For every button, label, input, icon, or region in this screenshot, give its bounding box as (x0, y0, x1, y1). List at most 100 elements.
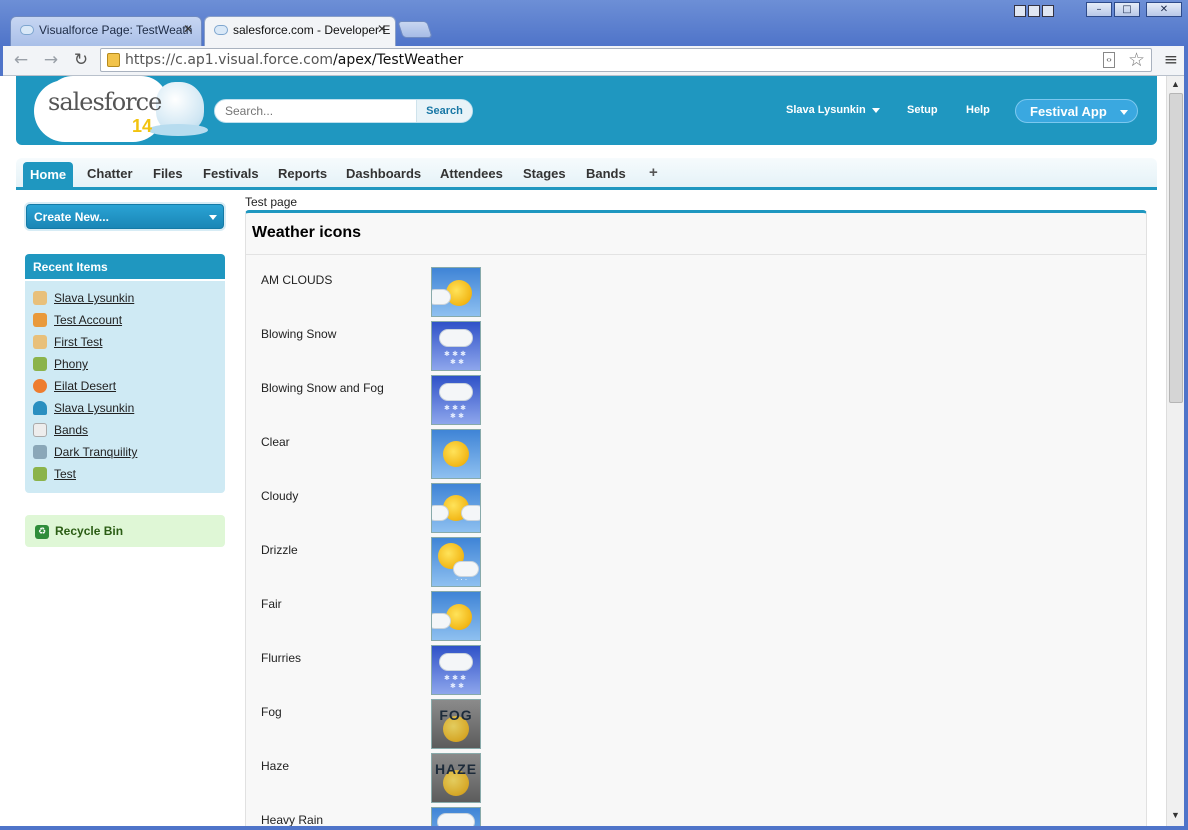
layout-icon[interactable] (1042, 5, 1054, 17)
weather-name: Blowing Snow (261, 327, 337, 341)
recent-item-link[interactable]: Dark Tranquility (54, 445, 137, 459)
vertical-scrollbar[interactable]: ▲ ▼ (1166, 76, 1184, 826)
weather-row: Drizzle · · · (261, 537, 1141, 591)
help-link[interactable]: Help (966, 104, 990, 116)
am-clouds-icon (431, 267, 481, 317)
recent-item[interactable]: Eilat Desert (25, 375, 225, 397)
clear-icon (431, 429, 481, 479)
lock-warning-icon[interactable] (107, 53, 120, 67)
recent-item-link[interactable]: Eilat Desert (54, 379, 116, 393)
weather-name: Clear (261, 435, 290, 449)
contact-card-icon (33, 335, 47, 349)
browser-tab-title: salesforce.com - Developer E (233, 23, 391, 37)
heart-icon (33, 379, 47, 393)
url-host: https://c.ap1.visual.force.com (125, 52, 334, 68)
haze-icon: HAZE (431, 753, 481, 803)
account-icon (33, 313, 47, 327)
recent-item[interactable]: Slava Lysunkin (25, 287, 225, 309)
search-box: Search (214, 99, 473, 123)
recent-item-link[interactable]: Test (54, 467, 76, 481)
recent-item-link[interactable]: Phony (54, 357, 88, 371)
people-icon (33, 467, 47, 481)
tab-files[interactable]: Files (153, 166, 183, 181)
recent-item-link[interactable]: First Test (54, 335, 102, 349)
chevron-down-icon (209, 215, 217, 220)
recent-item[interactable]: First Test (25, 331, 225, 353)
weather-row: Cloudy (261, 483, 1141, 537)
new-tab-button[interactable] (397, 21, 433, 38)
tab-stages[interactable]: Stages (523, 166, 566, 181)
main-nav-tabs: Home Chatter Files Festivals Reports Das… (16, 158, 1157, 190)
search-input[interactable] (225, 104, 405, 118)
page-title: Weather icons (252, 224, 362, 241)
browser-toolbar: ← → ↻ https://c.ap1.visual.force.com/ape… (0, 46, 1188, 76)
close-tab-icon[interactable]: ✕ (183, 22, 193, 36)
layout-icon[interactable] (1028, 5, 1040, 17)
scrollbar-thumb[interactable] (1169, 93, 1183, 403)
browser-tab-visualforce[interactable]: Visualforce Page: TestWeath ✕ (10, 16, 202, 46)
create-new-button[interactable]: Create New... (26, 204, 224, 229)
close-window-icon[interactable]: ✕ (1146, 2, 1182, 17)
scroll-up-icon[interactable]: ▲ (1169, 79, 1182, 92)
user-menu[interactable]: Slava Lysunkin (786, 104, 880, 116)
page-viewport: salesforce 14 Search Slava Lysunkin Setu… (0, 76, 1166, 826)
recent-item-link[interactable]: Slava Lysunkin (54, 291, 134, 305)
layout-icon[interactable] (1014, 5, 1026, 17)
salesforce-header: salesforce 14 Search Slava Lysunkin Setu… (16, 76, 1157, 145)
tab-home[interactable]: Home (23, 162, 74, 188)
recent-item[interactable]: Slava Lysunkin (25, 397, 225, 419)
weather-name: Flurries (261, 651, 302, 665)
recent-item-link[interactable]: Test Account (54, 313, 122, 327)
contact-card-icon (33, 291, 47, 305)
window-layout-buttons (1014, 5, 1054, 17)
page-action-icon[interactable]: ‹› (1103, 52, 1115, 68)
address-bar[interactable]: https://c.ap1.visual.force.com/apex/Test… (100, 48, 1152, 72)
window-frame-bottom (0, 826, 1188, 830)
tab-festivals[interactable]: Festivals (203, 166, 259, 181)
app-switcher-button[interactable]: Festival App (1015, 99, 1138, 123)
fog-label: FOG (439, 707, 473, 723)
recent-item[interactable]: Dark Tranquility (25, 441, 225, 463)
browser-tab-developer[interactable]: salesforce.com - Developer E ✕ (204, 16, 396, 46)
tab-reports[interactable]: Reports (278, 166, 327, 181)
fair-icon (431, 591, 481, 641)
weather-row: Fair (261, 591, 1141, 645)
recent-item-link[interactable]: Bands (54, 423, 88, 437)
setup-link[interactable]: Setup (907, 104, 938, 116)
fog-icon: FOG (431, 699, 481, 749)
tab-chatter[interactable]: Chatter (87, 166, 133, 181)
recycle-bin-link[interactable]: ♻ Recycle Bin (25, 515, 225, 547)
cloud-favicon-icon (214, 25, 228, 35)
maximize-icon[interactable]: □ (1114, 2, 1140, 17)
recent-item[interactable]: Phony (25, 353, 225, 375)
forward-arrow-icon[interactable]: → (40, 49, 62, 71)
recent-item[interactable]: Test (25, 463, 225, 485)
url-text: https://c.ap1.visual.force.com/apex/Test… (125, 52, 463, 68)
minimize-icon[interactable]: – (1086, 2, 1112, 17)
browser-menu-icon[interactable]: ≡ (1164, 50, 1178, 70)
tab-bands[interactable]: Bands (586, 166, 626, 181)
blowing-snow-fog-icon: ✱ ✱ ✱ ✱ ✱ (431, 375, 481, 425)
logo-version: 14 (132, 116, 153, 136)
recent-item-link[interactable]: Slava Lysunkin (54, 401, 134, 415)
back-arrow-icon[interactable]: ← (10, 49, 32, 71)
tab-dashboards[interactable]: Dashboards (346, 166, 421, 181)
recycle-bin-icon: ♻ (35, 524, 49, 539)
all-tabs-plus-icon[interactable]: + (649, 164, 658, 181)
recent-item[interactable]: Bands (25, 419, 225, 441)
weather-name: Blowing Snow and Fog (261, 381, 384, 395)
scroll-down-icon[interactable]: ▼ (1169, 810, 1182, 823)
close-tab-icon[interactable]: ✕ (377, 22, 387, 36)
recent-items-header: Recent Items (25, 254, 225, 279)
blowing-snow-icon: ✱ ✱ ✱ ✱ ✱ (431, 321, 481, 371)
reload-icon[interactable]: ↻ (70, 49, 92, 71)
drizzle-icon: · · · (431, 537, 481, 587)
chevron-down-icon (871, 107, 880, 113)
weather-name: Fog (261, 705, 282, 719)
bookmark-star-icon[interactable]: ☆ (1128, 49, 1145, 71)
recent-item[interactable]: Test Account (25, 309, 225, 331)
create-new-label: Create New... (34, 210, 109, 224)
search-button[interactable]: Search (416, 100, 472, 122)
tab-attendees[interactable]: Attendees (440, 166, 503, 181)
divider (246, 254, 1146, 255)
